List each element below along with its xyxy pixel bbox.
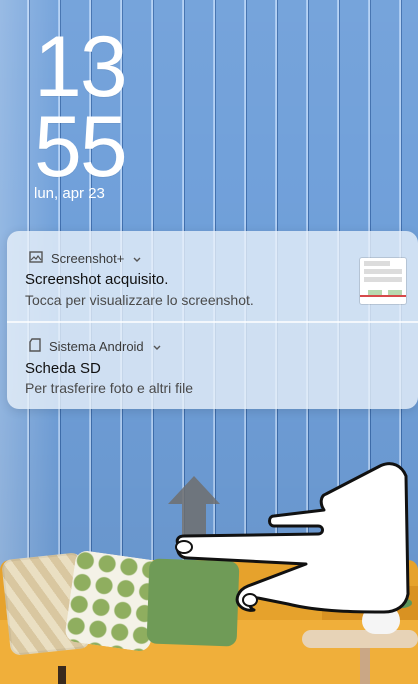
chevron-down-icon[interactable] xyxy=(132,253,142,263)
lockscreen-date: lun, apr 23 xyxy=(34,185,105,202)
screenshot-thumbnail[interactable] xyxy=(360,258,406,304)
notification-text: Per trasferire foto e altri file xyxy=(25,380,194,396)
notification-screenshot[interactable]: Screenshot+ Screenshot acquisito. Tocca … xyxy=(7,231,418,321)
wallpaper-side-table xyxy=(302,630,418,648)
wallpaper-table-leg xyxy=(360,648,370,684)
notification-title: Scheda SD xyxy=(25,360,101,377)
notification-sd-card[interactable]: Sistema Android Scheda SD Per trasferire… xyxy=(7,323,418,409)
sd-card-icon xyxy=(29,337,41,355)
notification-header: Screenshot+ xyxy=(29,249,142,267)
image-icon xyxy=(29,250,43,266)
notification-app-name: Sistema Android xyxy=(49,338,144,354)
notification-title: Screenshot acquisito. xyxy=(25,271,169,288)
clock-minutes: 55 xyxy=(34,99,128,195)
notification-text: Tocca per visualizzare lo screenshot. xyxy=(25,292,254,308)
chevron-down-icon[interactable] xyxy=(152,341,162,351)
clock-hours: 13 xyxy=(34,19,128,115)
wallpaper-sofa-leg xyxy=(58,666,66,684)
notification-header: Sistema Android xyxy=(29,337,162,355)
notifications-panel: Screenshot+ Screenshot acquisito. Tocca … xyxy=(7,231,418,409)
lockscreen-clock: 13 55 xyxy=(34,19,128,195)
notification-app-name: Screenshot+ xyxy=(51,250,125,266)
hand-pointer-icon xyxy=(170,446,410,616)
